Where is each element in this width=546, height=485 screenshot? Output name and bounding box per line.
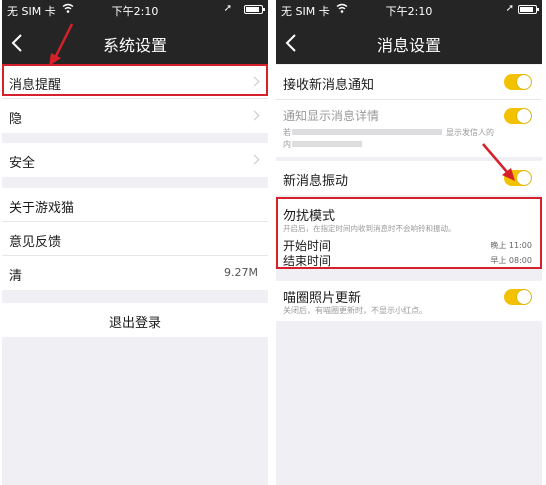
moments-group: 喵圈照片更新 关闭后，有喵圈更新时，不显示小红点。: [276, 281, 542, 321]
receive-notify-label: 接收新消息通知: [283, 78, 375, 93]
redacted-text: [292, 141, 362, 147]
red-arrow-icon: [49, 23, 74, 66]
receive-notify-toggle[interactable]: [504, 74, 532, 90]
message-settings-screen: 无 SIM 卡 下午2:10 ➚ 消息设置 接收新消息通知 通知显示消息详情 若…: [276, 0, 542, 485]
menu-item-security[interactable]: 安全: [2, 143, 268, 177]
menu-item-about[interactable]: 关于游戏猫: [2, 188, 268, 222]
notify-details-label: 通知显示消息详情: [283, 109, 380, 123]
menu-item-label: 安全: [9, 156, 36, 171]
menu-item-label: 意见反馈: [9, 235, 62, 250]
moments-description: 关闭后，有喵圈更新时，不显示小红点。: [283, 306, 427, 315]
settings-group-3: 关于游戏猫 意见反馈 清 9.27M: [2, 188, 268, 290]
moments-toggle[interactable]: [504, 289, 532, 305]
status-bar: 无 SIM 卡 下午2:10 ➚: [276, 0, 542, 20]
cache-size-value: 9.27M: [224, 266, 258, 279]
notify-details-toggle[interactable]: [504, 108, 532, 124]
notify-details-sub-line2: 内: [283, 140, 291, 149]
location-arrow-icon: ➚: [505, 3, 514, 14]
menu-item-feedback[interactable]: 意见反馈: [2, 222, 268, 256]
system-settings-screen: 无 SIM 卡 下午2:10 ➚ 系统设置 消息提醒 隐 安全 关于游戏猫 意见…: [2, 0, 268, 485]
settings-group-4: 退出登录: [2, 303, 268, 337]
moments-label: 喵圈照片更新: [283, 291, 362, 306]
vibrate-label: 新消息振动: [283, 174, 349, 189]
chevron-right-icon: [249, 154, 260, 165]
status-bar: 无 SIM 卡 下午2:10 ➚: [2, 0, 268, 20]
battery-icon: [518, 5, 539, 14]
menu-item-label: 清: [9, 269, 23, 284]
logout-label: 退出登录: [108, 316, 161, 331]
menu-item-label: 隐: [9, 112, 23, 127]
settings-group-2: 安全: [2, 143, 268, 177]
page-title: 消息设置: [376, 36, 441, 55]
highlight-box: [276, 197, 542, 269]
notify-details-sub-prefix: 若: [283, 128, 291, 137]
battery-icon: [244, 5, 265, 14]
notify-details-sub-mid: 显示发信人的: [446, 128, 494, 137]
status-time: 下午2:10: [385, 5, 433, 18]
logout-button[interactable]: 退出登录: [2, 303, 268, 337]
chevron-right-icon: [249, 110, 260, 121]
menu-item-privacy[interactable]: 隐: [2, 99, 268, 133]
red-arrow-icon: [482, 143, 515, 181]
location-arrow-icon: ➚: [223, 3, 232, 14]
menu-item-clear-cache[interactable]: 清 9.27M: [2, 256, 268, 290]
redacted-text: [292, 129, 442, 135]
nav-bar: 消息设置: [276, 20, 542, 64]
menu-item-label: 关于游戏猫: [9, 201, 75, 216]
